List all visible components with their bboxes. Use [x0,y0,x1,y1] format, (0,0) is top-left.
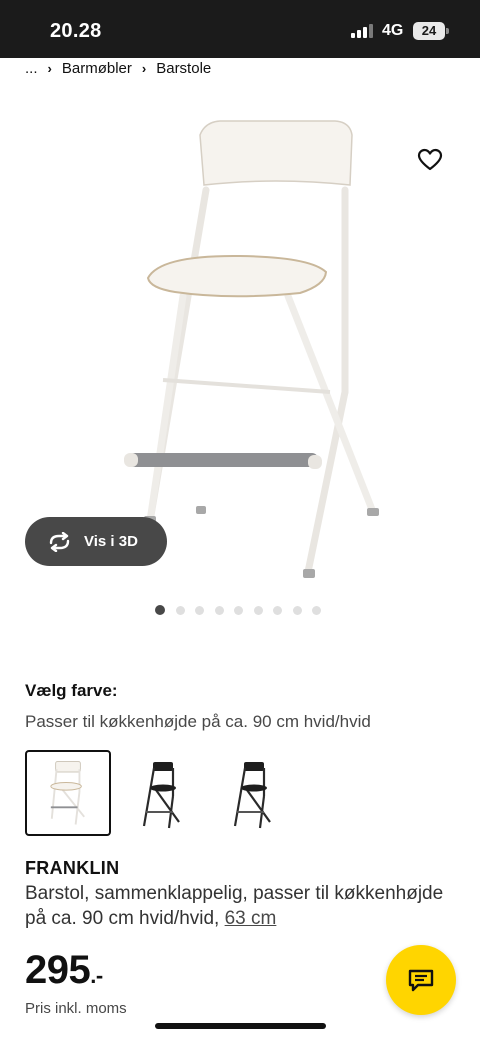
view-in-3d-button[interactable]: Vis i 3D [25,517,167,566]
color-swatch-white[interactable] [25,750,111,836]
carousel-dot[interactable] [292,605,302,615]
product-name: FRANKLIN [25,858,120,878]
carousel-dot[interactable] [312,605,321,615]
white-stool-thumbnail [50,761,85,825]
chat-icon [408,969,434,992]
product-size-link[interactable]: 63 cm [225,908,277,929]
breadcrumb-ellipsis[interactable]: ... [25,60,38,77]
carousel-dot[interactable] [195,605,204,615]
battery-icon: 24 [413,22,445,40]
product-price: 295.- [25,948,103,993]
price-note: Pris inkl. moms [25,1000,127,1017]
favorite-heart-icon[interactable] [416,146,444,174]
status-time: 20.28 [50,20,102,42]
home-indicator[interactable] [155,1023,326,1029]
black-stool-thumbnail [142,762,180,829]
breadcrumb: ... › Barmøbler › Barstole [25,60,211,77]
cellular-signal-icon [351,24,373,38]
chevron-right-icon: › [141,61,147,76]
carousel-dot[interactable] [214,605,224,615]
color-picker-heading: Vælg farve: [25,681,118,700]
product-description: Barstol, sammenklappelig, passer til køk… [25,881,445,931]
rotate-3d-icon [49,531,70,552]
selected-color-text: Passer til køkkenhøjde på ca. 90 cm hvid… [25,712,371,731]
carousel-dot[interactable] [234,605,243,615]
color-swatch-black-2[interactable] [208,750,294,836]
view-in-3d-label: Vis i 3D [84,533,138,550]
chat-button[interactable] [386,945,456,1015]
chevron-right-icon: › [47,61,52,76]
battery-tip [446,28,449,34]
price-suffix: .- [90,963,103,988]
carousel-dot[interactable] [273,605,282,615]
status-bar: 20.28 4G 24 [0,0,480,58]
carousel-dot[interactable] [175,605,185,615]
black-stool-thumbnail [233,762,271,829]
carousel-dot[interactable] [253,605,263,615]
breadcrumb-item-barstole[interactable]: Barstole [156,60,211,77]
carousel-pagination[interactable] [155,604,332,616]
breadcrumb-item-barmobler[interactable]: Barmøbler [62,60,132,77]
color-swatch-black-1[interactable] [117,750,203,836]
price-amount: 295 [25,948,91,992]
carousel-dot[interactable] [155,605,165,615]
network-type: 4G [382,22,404,39]
